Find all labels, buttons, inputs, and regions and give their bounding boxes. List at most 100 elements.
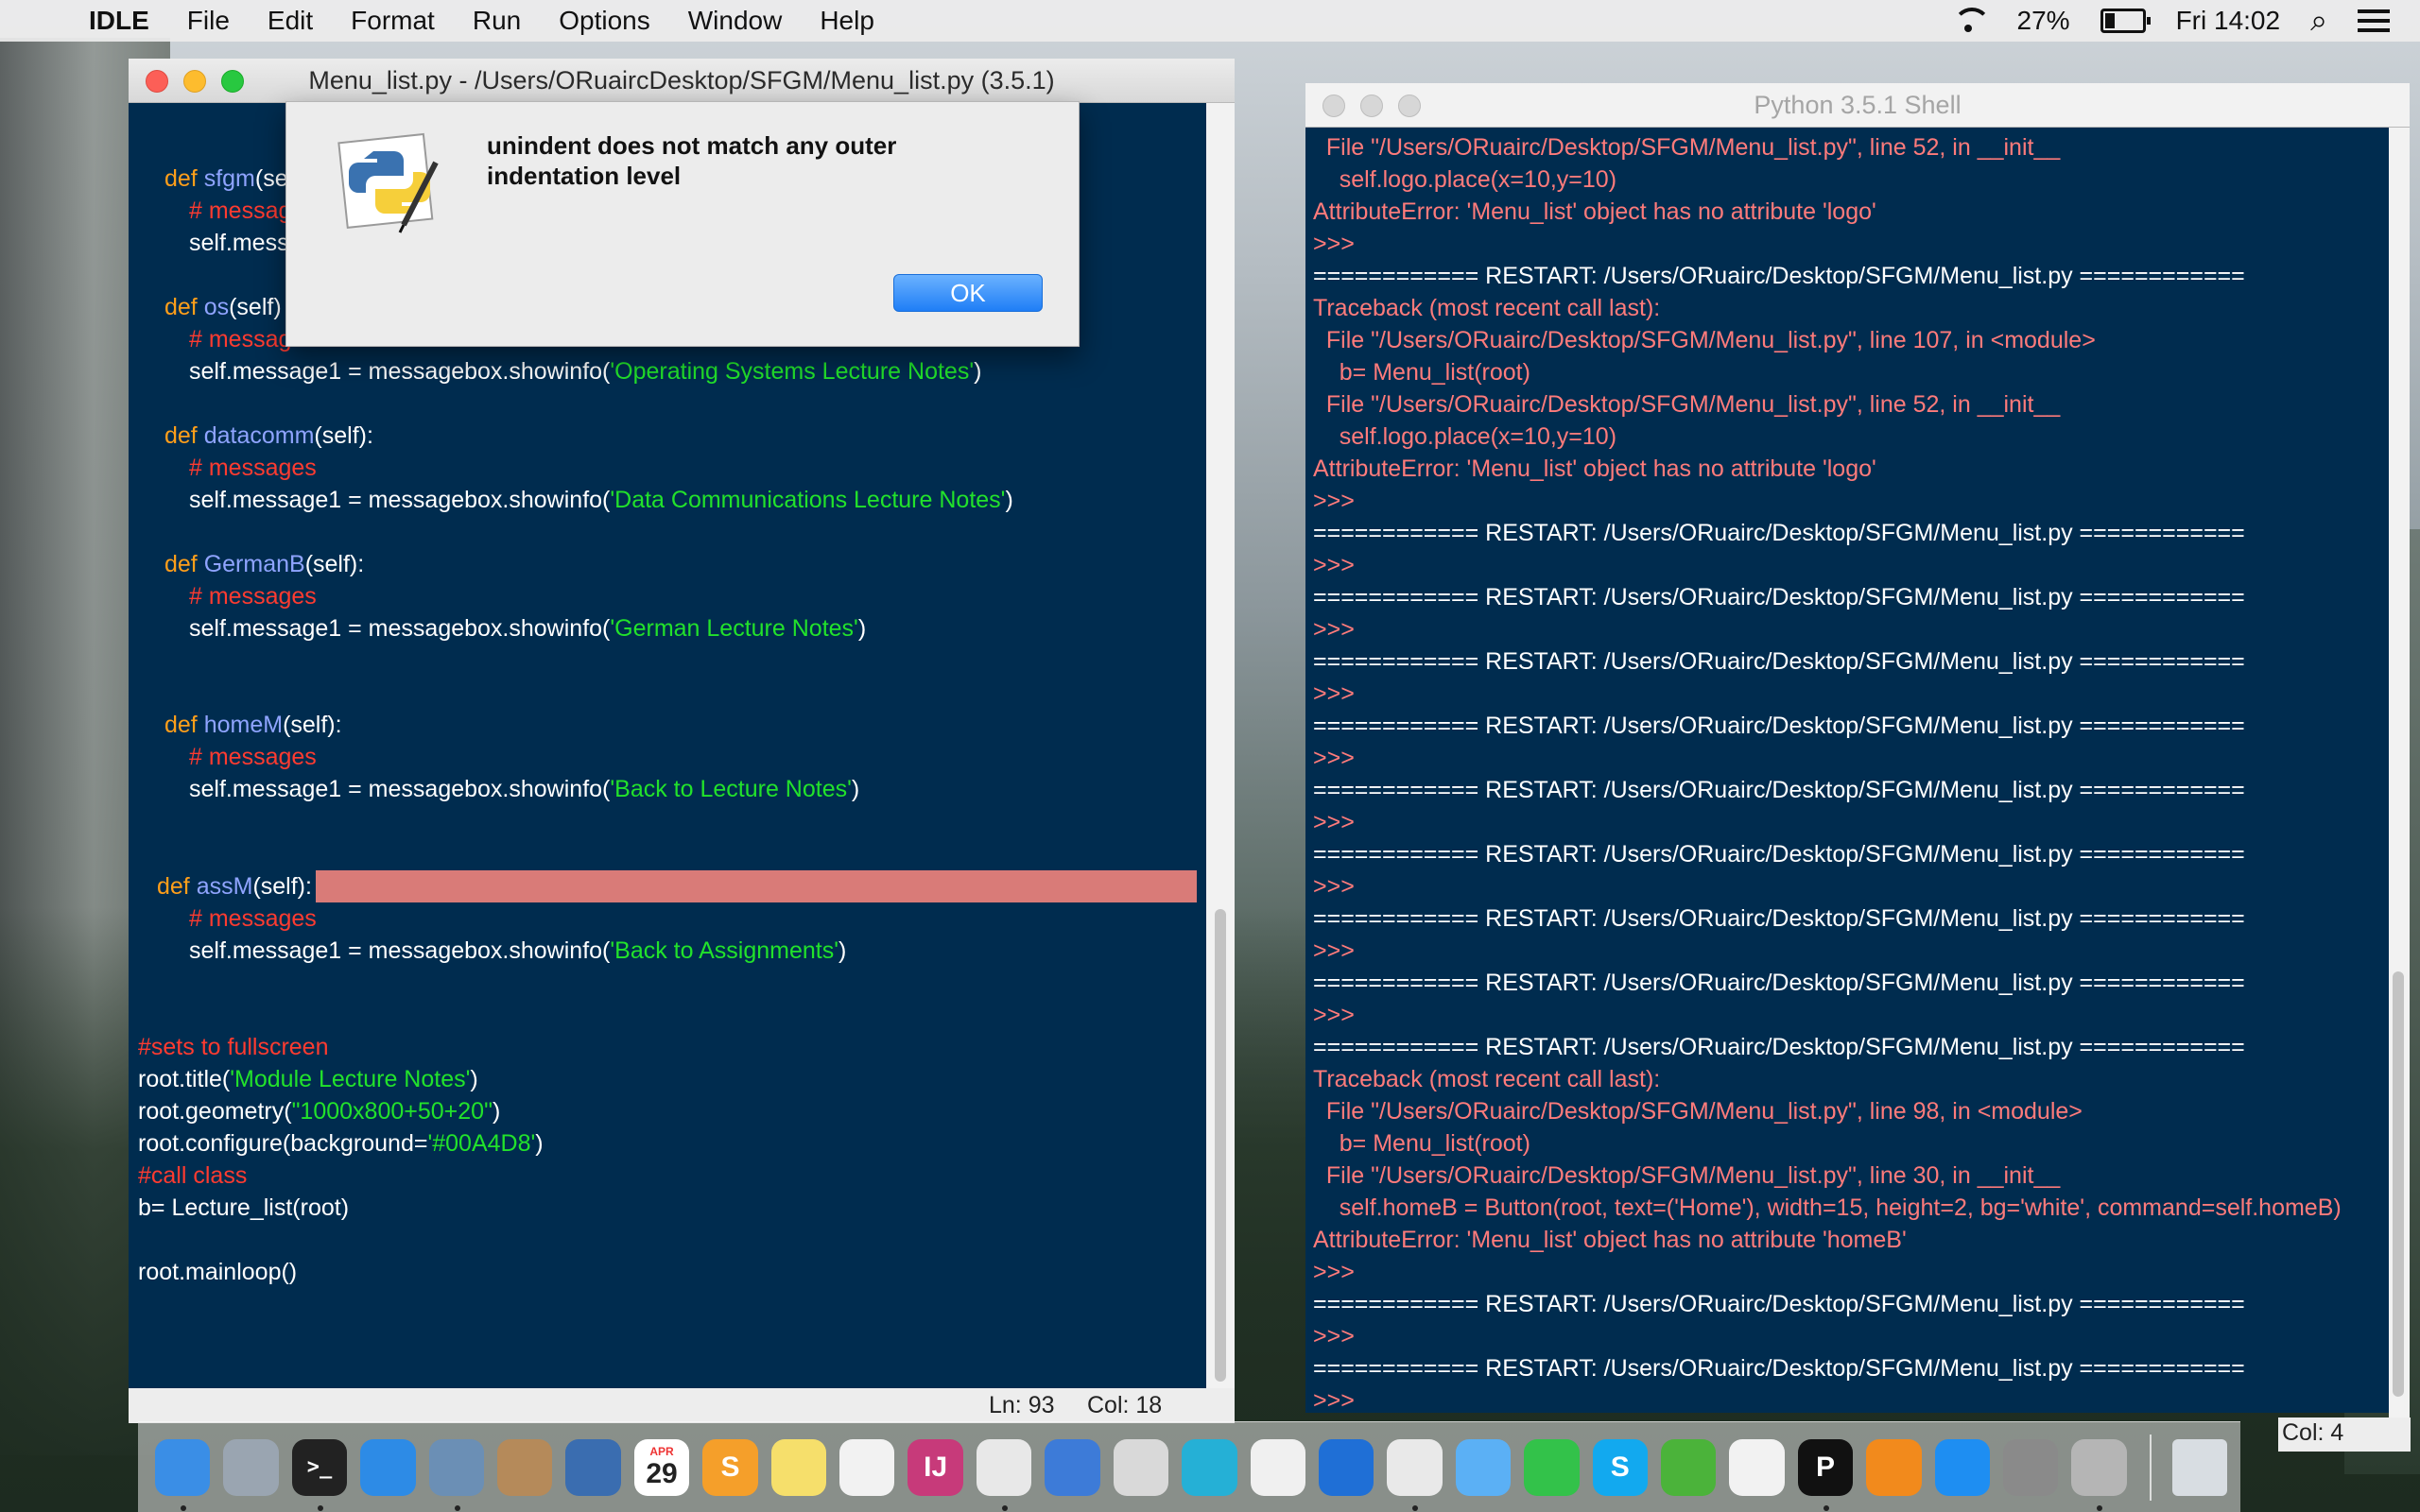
shell-line: Traceback (most recent call last):	[1313, 295, 1661, 321]
code-line: # messages	[189, 744, 317, 770]
facetime-icon[interactable]	[1524, 1438, 1580, 1496]
system-preferences-icon[interactable]	[2002, 1438, 2059, 1496]
shell-line: self.logo.place(x=10,y=10)	[1313, 166, 1617, 193]
battery-icon[interactable]	[2100, 9, 2151, 33]
skype-icon[interactable]: S	[1592, 1438, 1648, 1496]
shell-line: >>>	[1313, 809, 1361, 835]
terminal-glyph: >_	[306, 1455, 333, 1479]
code-line: def sfgm(se	[164, 165, 288, 192]
shell-line: AttributeError: 'Menu_list' object has n…	[1313, 1227, 1907, 1253]
code-line: root.configure(background='#00A4D8')	[138, 1130, 544, 1157]
code-line: root.geometry("1000x800+50+20")	[138, 1098, 501, 1125]
python-launcher-icon[interactable]	[976, 1438, 1032, 1511]
shell-line: >>>	[1313, 745, 1361, 771]
code-line: #sets to fullscreen	[138, 1034, 329, 1060]
notification-center-icon[interactable]	[2358, 9, 2390, 32]
shell-line: >>>	[1313, 552, 1361, 578]
dock-separator	[2149, 1434, 2152, 1501]
code-line: def datacomm(self):	[164, 422, 373, 449]
safari-icon[interactable]	[360, 1438, 416, 1496]
shell-line: File "/Users/ORuairc/Desktop/SFGM/Menu_l…	[1313, 1162, 2061, 1189]
contacts-icon[interactable]	[497, 1438, 553, 1496]
messages-icon[interactable]	[1455, 1438, 1512, 1496]
chrome-icon[interactable]	[1387, 1438, 1443, 1511]
menu-window[interactable]: Window	[669, 6, 802, 36]
sublime-text-icon[interactable]: S	[702, 1438, 758, 1496]
shell-status-bar: Col: 4	[2278, 1418, 2411, 1452]
shell-line: >>>	[1313, 1002, 1361, 1028]
shell-line: >>>	[1313, 937, 1361, 964]
code-line: # messag	[189, 326, 292, 352]
itunes-icon[interactable]	[1729, 1438, 1785, 1496]
finder-icon[interactable]	[155, 1438, 211, 1511]
photos-icon[interactable]	[1250, 1438, 1305, 1496]
error-highlight	[316, 870, 1197, 902]
shell-scrollbar[interactable]	[2393, 971, 2404, 1397]
pycharm-icon[interactable]: P	[1797, 1438, 1854, 1511]
terminal-icon[interactable]: >_	[291, 1438, 348, 1511]
menu-edit[interactable]: Edit	[249, 6, 332, 36]
shell-line: File "/Users/ORuairc/Desktop/SFGM/Menu_l…	[1313, 327, 2096, 353]
code-line: root.mainloop()	[138, 1259, 298, 1285]
rocket-icon[interactable]	[2071, 1438, 2127, 1511]
shell-line: >>>	[1313, 231, 1361, 257]
calendar-day: 29	[646, 1457, 678, 1489]
webstorm-icon[interactable]	[1182, 1438, 1237, 1496]
launchpad-icon[interactable]	[223, 1438, 279, 1496]
editor-scrollbar[interactable]	[1215, 909, 1226, 1382]
preview-icon[interactable]	[428, 1438, 485, 1511]
shell-line: ============ RESTART: /Users/ORuairc/Des…	[1313, 1034, 2245, 1060]
spotlight-search-icon[interactable]: ⌕	[2310, 3, 2327, 39]
menu-clock[interactable]: Fri 14:02	[2176, 6, 2281, 36]
shell-line: ============ RESTART: /Users/ORuairc/Des…	[1313, 713, 2245, 739]
skype-glyph: S	[1610, 1451, 1630, 1483]
shell-line: ============ RESTART: /Users/ORuairc/Des…	[1313, 520, 2245, 546]
reminders-icon[interactable]	[839, 1438, 895, 1496]
shell-line: b= Menu_list(root)	[1313, 1130, 1530, 1157]
shell-line: ============ RESTART: /Users/ORuairc/Des…	[1313, 584, 2245, 610]
intellij-icon[interactable]: IJ	[908, 1438, 963, 1496]
menu-help[interactable]: Help	[801, 6, 893, 36]
shell-text-area[interactable]: File "/Users/ORuairc/Desktop/SFGM/Menu_l…	[1305, 128, 2389, 1413]
calendar-icon[interactable]: APR 29	[633, 1438, 690, 1496]
shell-titlebar[interactable]: Python 3.5.1 Shell	[1305, 83, 2410, 128]
menu-file[interactable]: File	[168, 6, 249, 36]
virtualbox-icon[interactable]	[565, 1438, 621, 1496]
battery-percent[interactable]: 27%	[2017, 6, 2070, 36]
code-line: self.mess	[189, 230, 289, 256]
shell-line: >>>	[1313, 873, 1361, 900]
trash-icon[interactable]	[2171, 1438, 2228, 1496]
xcode-icon[interactable]	[1318, 1438, 1374, 1496]
shell-window: Python 3.5.1 Shell File "/Users/ORuairc/…	[1305, 83, 2410, 1418]
notes-icon[interactable]	[770, 1438, 827, 1496]
shell-line: >>>	[1313, 1259, 1361, 1285]
intellij-glyph: IJ	[924, 1451, 948, 1483]
menu-idle[interactable]: IDLE	[70, 6, 168, 36]
menu-run[interactable]: Run	[454, 6, 540, 36]
menu-options[interactable]: Options	[540, 6, 669, 36]
ibooks-icon[interactable]	[1866, 1438, 1922, 1496]
shell-line: ============ RESTART: /Users/ORuairc/Des…	[1313, 648, 2245, 675]
menu-format[interactable]: Format	[332, 6, 454, 36]
utorrent-icon[interactable]	[1660, 1438, 1717, 1496]
code-line: def homeM(self):	[164, 712, 342, 738]
ok-button[interactable]: OK	[893, 274, 1043, 312]
editor-titlebar[interactable]: Menu_list.py - /Users/ORuaircDesktop/SFG…	[129, 59, 1235, 103]
pycharm-glyph: P	[1815, 1451, 1835, 1483]
shell-line: b= Menu_list(root)	[1313, 359, 1530, 386]
image-capture-icon[interactable]	[1113, 1438, 1169, 1496]
shell-line: File "/Users/ORuairc/Desktop/SFGM/Menu_l…	[1313, 1098, 2083, 1125]
code-line: # messag	[189, 198, 292, 224]
code-line: self.message1 = messagebox.showinfo('Ger…	[189, 615, 867, 642]
shell-line: Traceback (most recent call last):	[1313, 1066, 1661, 1092]
wifi-icon[interactable]	[1951, 8, 1991, 34]
app-store-icon[interactable]	[1934, 1438, 1990, 1496]
calendar-month: APR	[649, 1444, 674, 1458]
shell-line: File "/Users/ORuairc/Desktop/SFGM/Menu_l…	[1313, 134, 2061, 161]
shell-line: self.logo.place(x=10,y=10)	[1313, 423, 1617, 450]
keynote-icon[interactable]	[1045, 1438, 1100, 1496]
code-line: self.message1 = messagebox.showinfo('Ope…	[189, 358, 982, 385]
editor-status-bar: Ln: 93 Col: 18	[129, 1388, 1235, 1423]
code-line: #call class	[138, 1162, 248, 1189]
shell-line: >>>	[1313, 616, 1361, 643]
